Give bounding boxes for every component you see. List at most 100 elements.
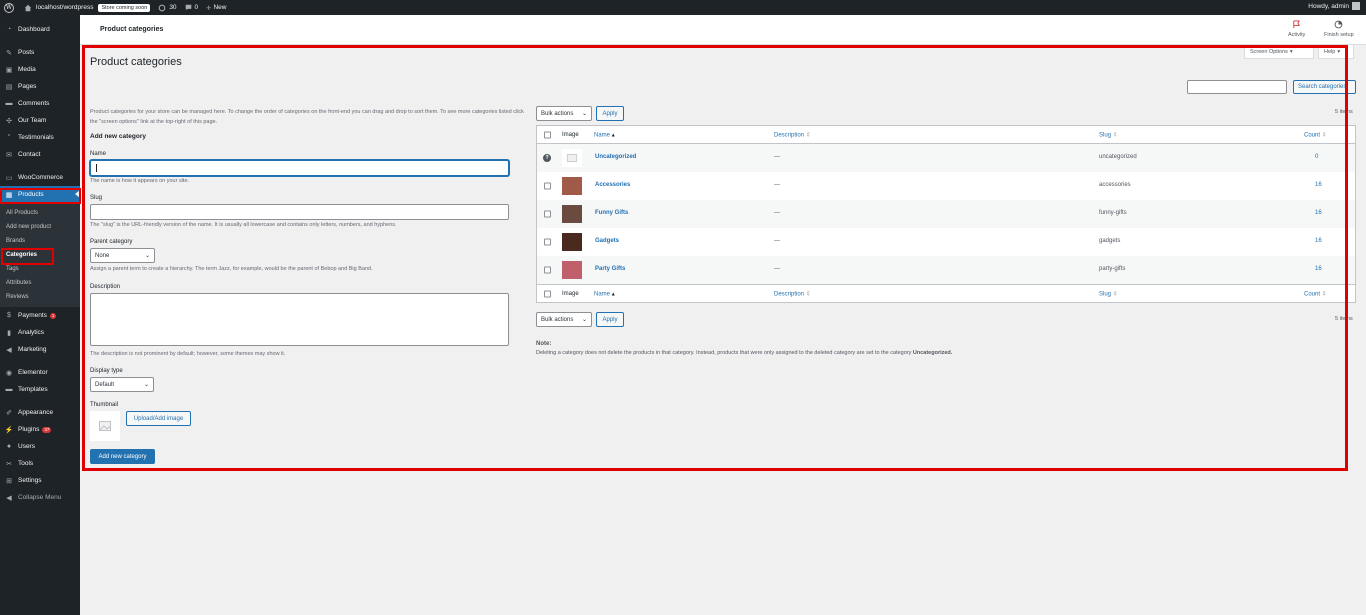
woocommerce-header: Product categories Activity Finish setup (80, 15, 1366, 45)
menu-settings[interactable]: ⊞ Settings (0, 472, 80, 489)
apply-button-bottom[interactable]: Apply (596, 312, 624, 327)
howdy-text: Howdy, admin (1308, 2, 1349, 10)
category-count-link[interactable]: 16 (1315, 182, 1322, 188)
menu-label: Marketing (18, 346, 47, 353)
menu-collapse[interactable]: ◀ Collapse Menu (0, 489, 80, 506)
parent-select[interactable]: None ⌄ (90, 248, 155, 263)
wrench-icon: ✂ (6, 460, 12, 468)
submenu-brands[interactable]: Brands (0, 234, 80, 248)
column-slug-sort-footer[interactable]: Slug ⇕ (1099, 290, 1118, 297)
menu-label: Elementor (18, 369, 48, 376)
menu-marketing[interactable]: ◀ Marketing (0, 341, 80, 358)
bulk-actions-select-top[interactable]: Bulk actions ⌄ (536, 106, 592, 121)
menu-testimonials[interactable]: “ Testimonials (0, 129, 80, 146)
refresh-icon (158, 4, 166, 11)
apply-button-top[interactable]: Apply (596, 106, 624, 121)
products-submenu: All Products Add new product Brands Cate… (0, 203, 80, 307)
column-description-sort-footer[interactable]: Description ⇕ (774, 290, 811, 297)
parent-label: Parent category (90, 239, 133, 245)
column-description-label: Description (774, 291, 805, 297)
submenu-tags[interactable]: Tags (0, 262, 80, 276)
store-coming-soon-badge[interactable]: Store coming soon (98, 3, 151, 12)
bulk-actions-select-bottom[interactable]: Bulk actions ⌄ (536, 312, 592, 327)
menu-contact[interactable]: ✉ Contact (0, 146, 80, 163)
category-name-link[interactable]: Uncategorized (595, 154, 636, 160)
my-account-link[interactable]: Howdy, admin (1308, 2, 1360, 10)
menu-templates[interactable]: ▬ Templates (0, 381, 80, 398)
submenu-add-new-product[interactable]: Add new product (0, 220, 80, 234)
search-input[interactable] (1187, 80, 1287, 94)
menu-comments[interactable]: ▬ Comments (0, 95, 80, 112)
category-count-link[interactable]: 16 (1315, 238, 1322, 244)
slug-input[interactable] (90, 204, 509, 220)
menu-products[interactable]: ▦ Products (0, 186, 80, 203)
row-checkbox[interactable] (544, 266, 551, 274)
finish-setup-button[interactable]: Finish setup (1324, 20, 1354, 38)
menu-payments[interactable]: $ Payments 1 (0, 307, 80, 324)
new-label: New (213, 4, 227, 11)
menu-dashboard[interactable]: ◔ Dashboard (0, 21, 80, 38)
category-name-link[interactable]: Accessories (595, 182, 630, 188)
submenu-categories[interactable]: Categories (0, 248, 80, 262)
help-button[interactable]: Help ▾ (1318, 45, 1354, 59)
column-count-sort-footer[interactable]: Count ⇕ (1304, 290, 1327, 297)
menu-analytics[interactable]: ▮ Analytics (0, 324, 80, 341)
table-row: ? Uncategorized — uncategorized 0 (537, 144, 1355, 172)
display-type-select[interactable]: Default ⌄ (90, 377, 154, 392)
menu-users[interactable]: ● Users (0, 438, 80, 455)
slug-help: The "slug" is the URL-friendly version o… (90, 222, 397, 228)
menu-posts[interactable]: ✎ Posts (0, 44, 80, 61)
submenu-attributes[interactable]: Attributes (0, 276, 80, 290)
sort-icon: ⇕ (1112, 291, 1118, 297)
menu-label: Settings (18, 477, 42, 484)
category-count-link[interactable]: 16 (1315, 266, 1322, 272)
comments-count: 0 (194, 4, 199, 11)
name-input[interactable] (90, 160, 509, 176)
row-checkbox[interactable] (544, 182, 551, 190)
column-description-sort[interactable]: Description ⇕ (774, 131, 811, 138)
new-content-link[interactable]: + New (206, 3, 226, 13)
activity-button[interactable]: Activity (1288, 20, 1305, 38)
description-textarea[interactable] (90, 293, 509, 346)
site-name-link[interactable]: localhost/wordpress (36, 4, 93, 11)
wordpress-logo-icon[interactable]: W (4, 2, 14, 13)
help-icon[interactable]: ? (543, 154, 551, 162)
column-slug-sort[interactable]: Slug ⇕ (1099, 131, 1118, 138)
row-checkbox[interactable] (544, 238, 551, 246)
menu-elementor[interactable]: ◉ Elementor (0, 364, 80, 381)
menu-media[interactable]: ▣ Media (0, 61, 80, 78)
breadcrumb: Product categories (100, 26, 164, 33)
users-icon: ● (6, 443, 12, 450)
screen-options-button[interactable]: Screen Options ▾ (1244, 45, 1314, 59)
menu-appearance[interactable]: ✐ Appearance (0, 404, 80, 421)
add-new-category-button[interactable]: Add new category (90, 449, 155, 464)
menu-pages[interactable]: ▤ Pages (0, 78, 80, 95)
category-name-link[interactable]: Funny Gifts (595, 210, 628, 216)
menu-label: WooCommerce (18, 174, 64, 181)
search-categories-button[interactable]: Search categories (1293, 80, 1356, 94)
row-checkbox[interactable] (544, 210, 551, 218)
category-name-link[interactable]: Gadgets (595, 238, 619, 244)
category-count-link[interactable]: 16 (1315, 210, 1322, 216)
upload-image-button[interactable]: Upload/Add image (126, 411, 191, 426)
select-all-checkbox[interactable] (544, 131, 551, 138)
comments-link[interactable]: 0 (185, 4, 199, 11)
column-name-sort[interactable]: Name ▴ (594, 131, 615, 138)
select-all-checkbox-footer[interactable] (544, 290, 551, 297)
parent-value: None (95, 252, 110, 259)
updates-link[interactable]: 30 (158, 4, 177, 12)
chevron-down-icon: ⌄ (144, 253, 150, 259)
category-name-link[interactable]: Party Gifts (595, 266, 625, 272)
column-count-label: Count (1304, 291, 1321, 297)
menu-woocommerce[interactable]: ▭ WooCommerce (0, 169, 80, 186)
category-count-link[interactable]: 0 (1315, 154, 1318, 160)
menu-tools[interactable]: ✂ Tools (0, 455, 80, 472)
menu-plugins[interactable]: ⚡ Plugins 37 (0, 421, 80, 438)
thumbnail-label: Thumbnail (90, 402, 119, 408)
submenu-all-products[interactable]: All Products (0, 206, 80, 220)
column-name-sort-footer[interactable]: Name ▴ (594, 290, 615, 297)
column-count-sort[interactable]: Count ⇕ (1304, 131, 1327, 138)
menu-our-team[interactable]: ✣ Our Team (0, 112, 80, 129)
image-placeholder-icon (99, 421, 111, 431)
submenu-reviews[interactable]: Reviews (0, 290, 80, 304)
